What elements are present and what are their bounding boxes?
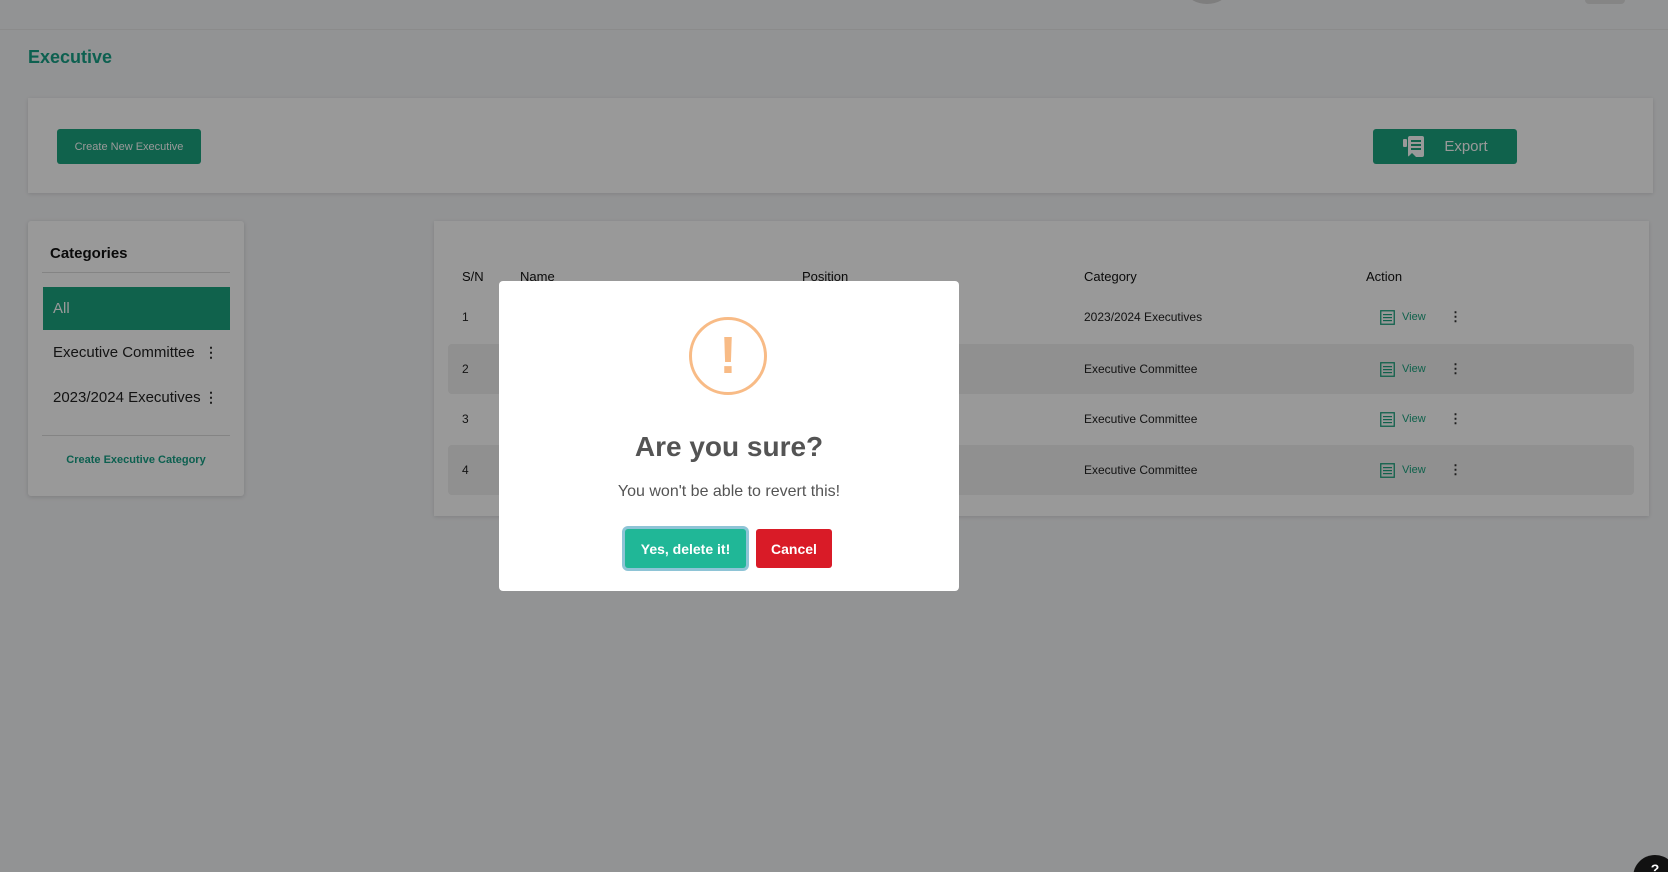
cancel-button[interactable]: Cancel — [756, 529, 832, 568]
dialog-message: You won't be able to revert this! — [617, 483, 841, 500]
dialog-title: Are you sure? — [634, 431, 824, 462]
confirm-dialog: ! Are you sure? You won't be able to rev… — [499, 281, 959, 591]
warning-icon: ! — [689, 317, 767, 395]
confirm-delete-button[interactable]: Yes, delete it! — [625, 529, 746, 568]
